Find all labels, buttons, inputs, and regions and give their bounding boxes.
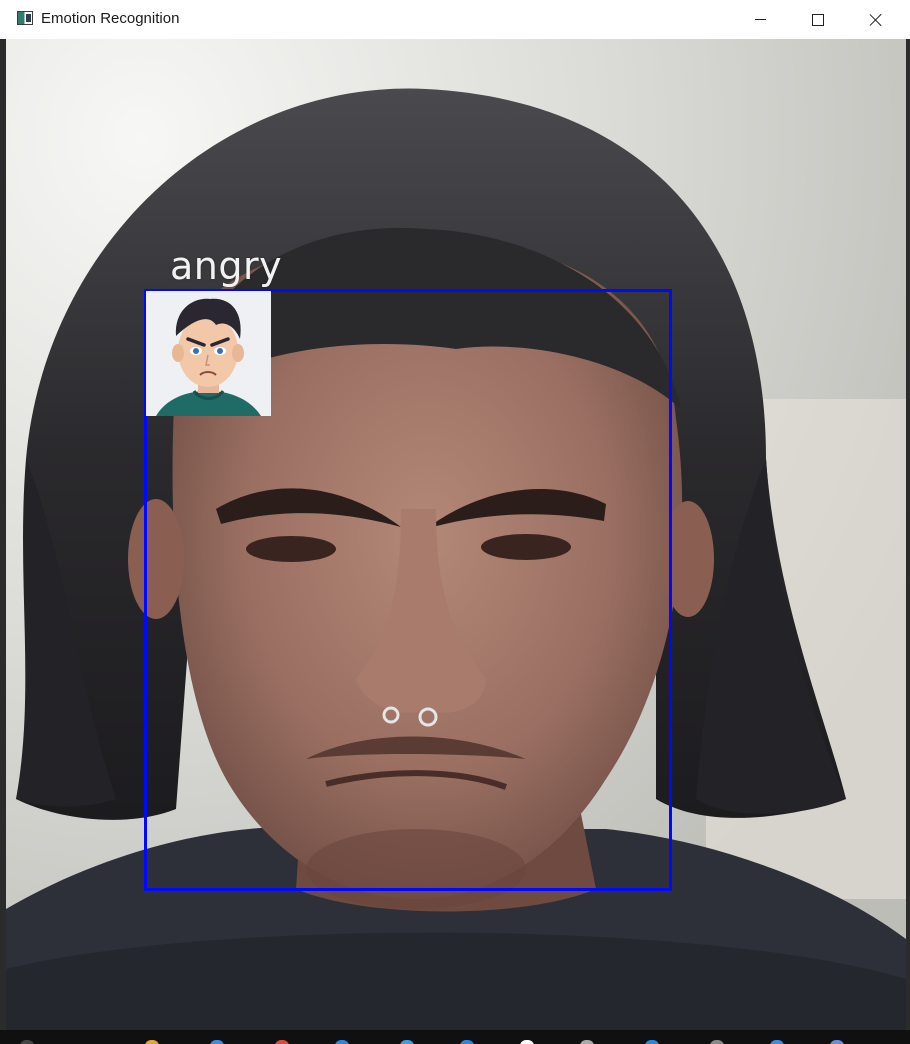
- taskbar-app-icon[interactable]: [520, 1040, 534, 1044]
- taskbar-app-icon[interactable]: [210, 1040, 224, 1044]
- taskbar-app-icon[interactable]: [275, 1040, 289, 1044]
- window-title: Emotion Recognition: [41, 10, 180, 27]
- maximize-button[interactable]: [789, 0, 847, 39]
- desktop: Emotion Recognition angry: [0, 0, 910, 1044]
- taskbar: [0, 1030, 910, 1044]
- emotion-label: angry: [170, 244, 283, 288]
- taskbar-app-icon[interactable]: [645, 1040, 659, 1044]
- desktop-edge-right: [906, 39, 910, 1030]
- taskbar-app-icon[interactable]: [20, 1040, 34, 1044]
- camera-frame: angry: [6, 39, 906, 1030]
- maximize-icon: [812, 13, 824, 26]
- taskbar-app-icon[interactable]: [710, 1040, 724, 1044]
- taskbar-app-icon[interactable]: [580, 1040, 594, 1044]
- minimize-icon: [754, 19, 766, 20]
- taskbar-app-icon[interactable]: [460, 1040, 474, 1044]
- minimize-button[interactable]: [731, 0, 789, 39]
- close-button[interactable]: [847, 0, 905, 39]
- angry-avatar-icon: [146, 291, 271, 416]
- taskbar-app-icon[interactable]: [830, 1040, 844, 1044]
- title-bar[interactable]: Emotion Recognition: [0, 0, 910, 40]
- taskbar-app-icon[interactable]: [145, 1040, 159, 1044]
- app-window: Emotion Recognition angry: [0, 0, 910, 1030]
- taskbar-app-icon[interactable]: [400, 1040, 414, 1044]
- taskbar-app-icon[interactable]: [335, 1040, 349, 1044]
- close-icon: [869, 13, 883, 27]
- app-icon: [17, 11, 33, 25]
- taskbar-app-icon[interactable]: [770, 1040, 784, 1044]
